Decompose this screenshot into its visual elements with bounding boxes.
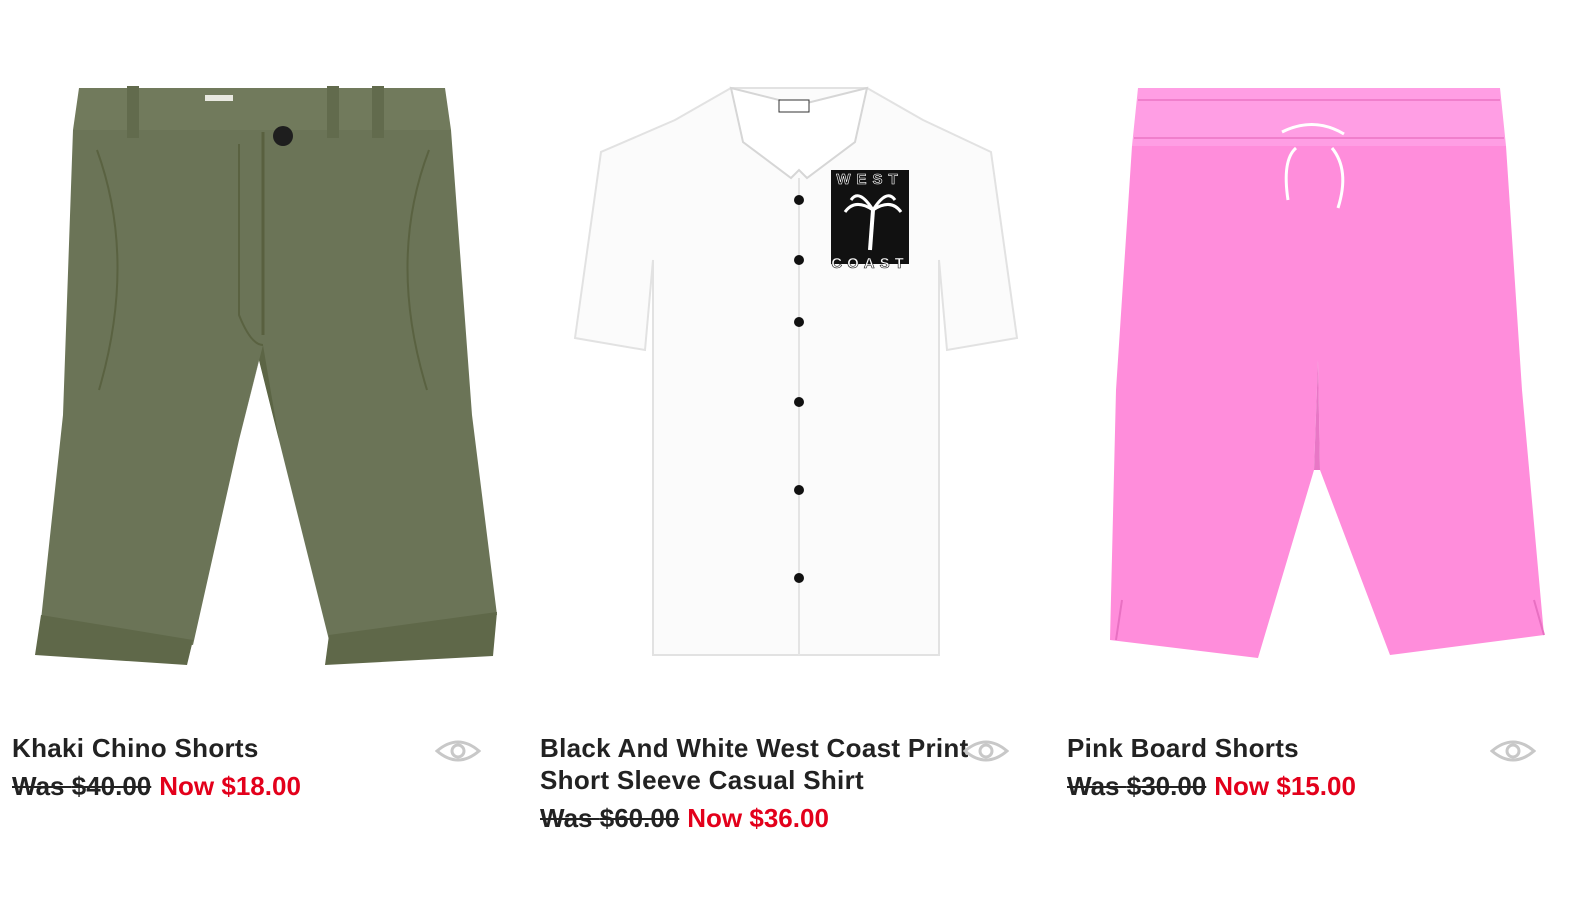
- product-card[interactable]: Pink Board Shorts Was $30.00 Now $15.00: [1067, 0, 1567, 898]
- eye-icon: [1490, 740, 1536, 762]
- eye-icon: [963, 740, 1009, 762]
- product-image[interactable]: WEST COAST: [540, 60, 1040, 700]
- product-price: Was $40.00 Now $18.00: [12, 770, 442, 802]
- now-price: Now $15.00: [1214, 771, 1356, 801]
- print-text-top: WEST: [836, 171, 903, 188]
- print-text-bottom: COAST: [831, 255, 909, 272]
- was-price: Was $30.00: [1067, 771, 1207, 801]
- was-price: Was $40.00: [12, 771, 152, 801]
- product-info: Pink Board Shorts Was $30.00 Now $15.00: [1067, 732, 1497, 802]
- product-grid: Khaki Chino Shorts Was $40.00Now $18.00: [0, 0, 1570, 898]
- now-price: Now $36.00: [687, 803, 829, 833]
- product-info: Black And White West Coast Print Short S…: [540, 732, 970, 834]
- product-image[interactable]: [12, 60, 512, 700]
- product-image[interactable]: [1067, 60, 1567, 700]
- product-card[interactable]: Khaki Chino Shorts Was $40.00 Now $18.00: [12, 0, 512, 898]
- product-name[interactable]: Pink Board Shorts: [1067, 732, 1497, 764]
- product-card[interactable]: WEST COAST Black And White West Coast Pr…: [540, 0, 1040, 898]
- product-info: Khaki Chino Shorts Was $40.00 Now $18.00: [12, 732, 442, 802]
- pink-board-shorts-image[interactable]: [1082, 60, 1552, 665]
- now-price: Now $18.00: [159, 771, 301, 801]
- product-price: Was $60.00 Now $36.00: [540, 802, 970, 834]
- product-name[interactable]: Khaki Chino Shorts: [12, 732, 442, 764]
- khaki-chino-shorts-image[interactable]: [27, 60, 497, 665]
- eye-icon: [435, 740, 481, 762]
- west-coast-shirt-image[interactable]: WEST COAST: [555, 60, 1025, 665]
- was-price: Was $60.00: [540, 803, 680, 833]
- quick-view-button[interactable]: [434, 734, 482, 768]
- quick-view-button[interactable]: [1489, 734, 1537, 768]
- product-price: Was $30.00 Now $15.00: [1067, 770, 1497, 802]
- quick-view-button[interactable]: [962, 734, 1010, 768]
- product-name[interactable]: Black And White West Coast Print Short S…: [540, 732, 970, 796]
